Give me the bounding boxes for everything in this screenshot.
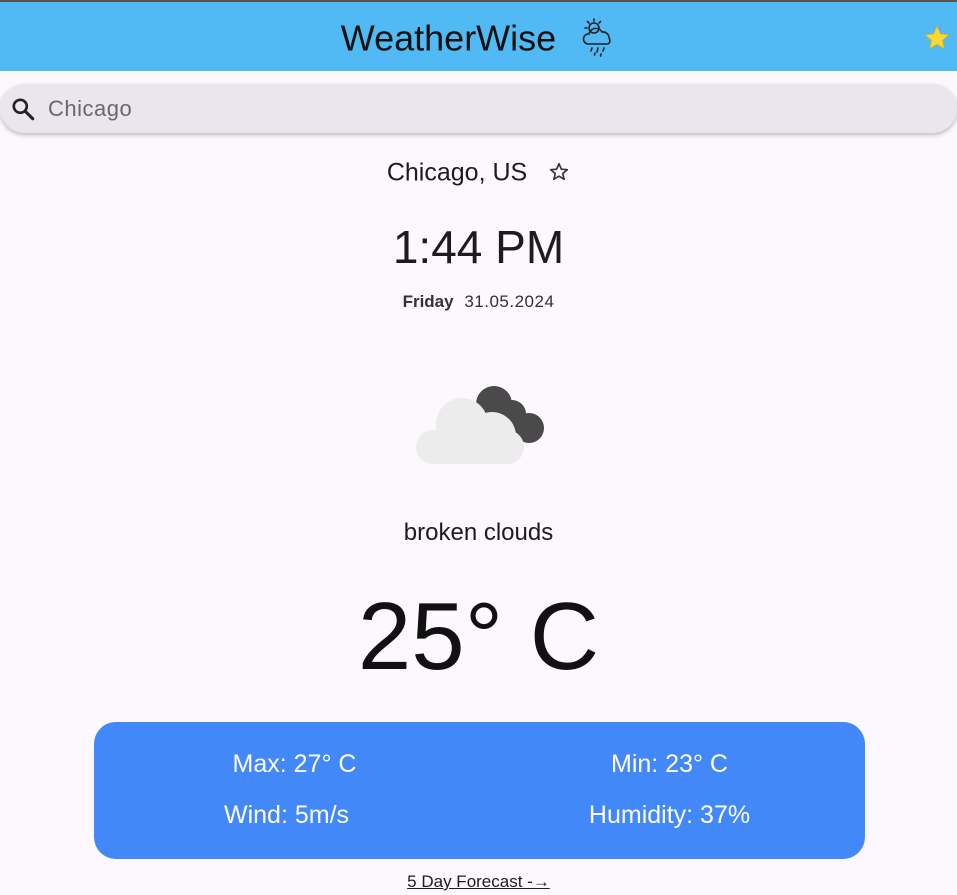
search-icon: [12, 98, 35, 121]
min-temperature: Min: 23° C: [611, 750, 728, 778]
location-row: Chicago, US: [0, 155, 957, 188]
humidity: Humidity: 37%: [588, 801, 751, 829]
wind-speed: Wind: 5m/s: [223, 801, 350, 829]
app-title-text: WeatherWise: [340, 17, 557, 59]
current-time: 1:44 PM: [392, 221, 565, 273]
broken-clouds-icon: [416, 386, 544, 464]
weather-stats-card: Max: 27° C Min: 23° C Wind: 5m/s Humidit…: [94, 722, 865, 859]
temperature: 25° C: [357, 583, 600, 690]
app-bar: WeatherWise: [0, 0, 957, 71]
search-input[interactable]: [48, 84, 928, 133]
forecast-link-row: 5 Day Forecast -→: [0, 871, 957, 893]
search-bar[interactable]: [0, 84, 957, 133]
max-temperature: Max: 27° C: [232, 750, 357, 778]
favorites-star-icon[interactable]: [923, 24, 951, 52]
app-title: WeatherWise: [0, 15, 957, 59]
cloud-sun-rain-icon: [582, 18, 611, 58]
date: 31.05.2024: [464, 292, 555, 311]
date-row: Friday 31.05.2024: [0, 291, 957, 313]
day-of-week: Friday: [402, 292, 454, 311]
city-name: Chicago, US: [386, 158, 528, 187]
star-outline-icon[interactable]: [548, 161, 570, 183]
weather-condition: broken clouds: [403, 519, 554, 546]
five-day-forecast-link[interactable]: 5 Day Forecast -→: [407, 872, 550, 891]
